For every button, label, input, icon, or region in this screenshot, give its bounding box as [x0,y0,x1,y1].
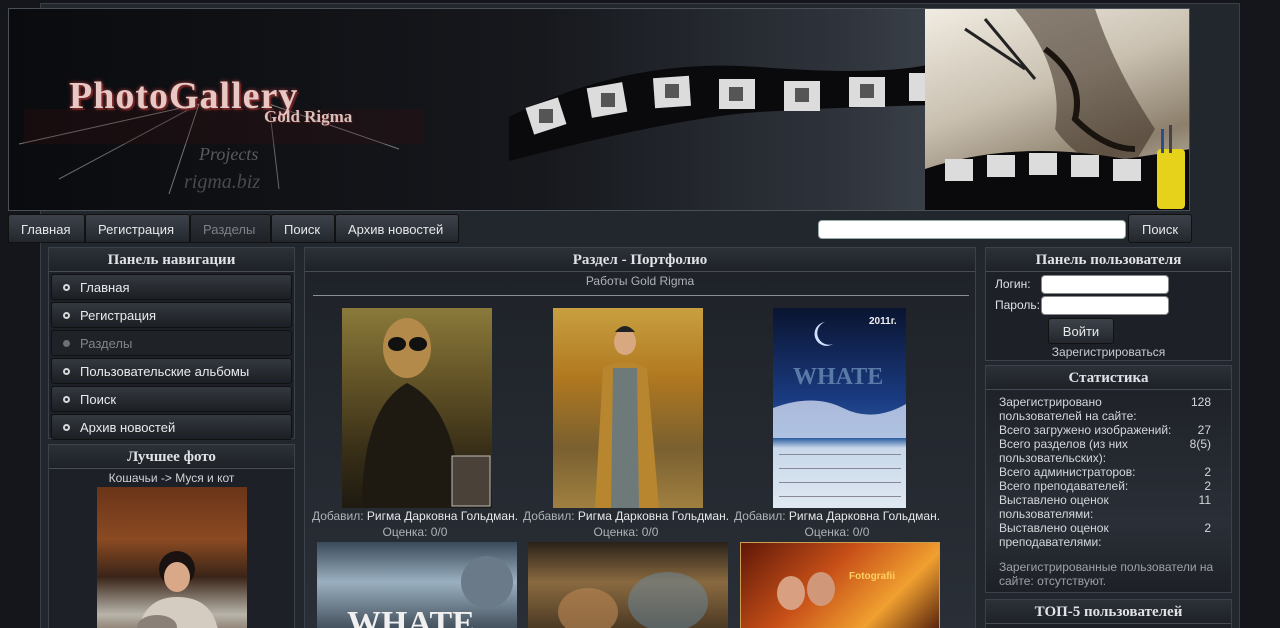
added-by-label: Добавил: [733,509,786,523]
bullet-icon [63,396,70,403]
photo-thumbnail[interactable]: WHATE [317,542,517,628]
nav-news-archive[interactable]: Архив новостей [335,214,459,243]
thumbnail-title: Fotografii [849,571,895,582]
stat-label: Выставлено оценок пользователями: [999,493,1109,521]
sidebar-item-home[interactable]: Главная [51,274,292,300]
stat-label: Всего преподавателей: [999,479,1129,493]
film-strip-decoration [509,62,939,161]
sidebar-item-label: Архив новостей [80,420,176,435]
stat-row: Выставлено оценок преподавателями: [999,521,1169,549]
top-navbar: Главная Регистрация Разделы Поиск Архив … [8,214,1192,243]
stat-row: Всего загружено изображений: 27 [999,423,1221,437]
photo-author: Добавил: Ригма Дарковна Гольдман. [307,509,523,523]
section-subtitle: Работы Gold Rigma [585,274,695,288]
photo-rating: Оценка: 0/0 [593,525,659,539]
user-panel-title: Панель пользователя [986,248,1231,272]
top5-title: ТОП-5 пользователей [986,600,1231,624]
added-by-label: Добавил: [311,509,364,523]
password-field[interactable] [1041,296,1169,315]
login-field[interactable] [1041,275,1169,294]
stat-value: 2 [1204,465,1211,479]
search-button[interactable]: Поиск [1128,214,1192,243]
content-panel: Раздел - Портфолио Работы Gold Rigma Доб… [304,247,976,628]
user-panel: Панель пользователя Логин: Пароль: Войти… [985,247,1232,361]
login-button[interactable]: Войти [1048,318,1114,344]
best-photo-image[interactable] [97,487,247,628]
sidebar-item-user-albums[interactable]: Пользовательские альбомы [51,358,292,384]
stat-row: Выставлено оценок пользователями: [999,493,1169,521]
stat-value: 11 [1198,493,1211,507]
navigation-panel: Панель навигации Главная Регистрация Раз… [48,247,295,440]
nav-registration[interactable]: Регистрация [85,214,190,243]
calendar-title: WHATE [793,364,883,390]
sidebar-item-registration[interactable]: Регистрация [51,302,292,328]
stat-label: Зарегистрировано пользователей на сайте: [999,395,1137,423]
photo-thumbnail[interactable] [528,542,728,628]
statistics-title: Статистика [986,366,1231,390]
stat-value: 2 [1204,521,1211,535]
nav-sections[interactable]: Разделы [190,214,271,243]
bullet-icon [63,340,70,347]
bullet-icon [63,424,70,431]
bullet-icon [63,284,70,291]
bullet-icon [63,312,70,319]
added-by-label: Добавил: [522,509,575,523]
stat-row: Всего администраторов: 2 [999,465,1221,479]
stat-value: 128 [1190,395,1211,409]
author-name[interactable]: Ригма Дарковна Гольдман. [367,509,518,523]
site-logo[interactable]: PhotoGallery Gold Rigma Projects rigma.b… [19,49,439,199]
sidebar-item-label: Главная [80,280,130,295]
stat-label: Всего загружено изображений: [999,423,1172,437]
thumbnail-title: WHATE [347,605,475,628]
stat-value: 2 [1204,479,1211,493]
online-users-text: Зарегистрированные пользователи на сайте… [999,560,1214,588]
stat-row: Всего преподавателей: 2 [999,479,1221,493]
stat-label: Выставлено оценок преподавателями: [999,521,1109,549]
header-banner: PhotoGallery Gold Rigma Projects rigma.b… [8,8,1190,211]
sidebar-item-search[interactable]: Поиск [51,386,292,412]
author-name[interactable]: Ригма Дарковна Гольдман. [578,509,729,523]
stat-row: Всего разделов (из них пользовательских)… [999,437,1169,465]
photo-rating: Оценка: 0/0 [382,525,448,539]
nav-home[interactable]: Главная [8,214,85,243]
photo-author: Добавил: Ригма Дарковна Гольдман. [729,509,945,523]
photo-thumbnail[interactable]: 2011г. WHATE [773,308,906,508]
best-photo-caption[interactable]: Кошачьи -> Муся и кот [49,471,294,485]
stat-value: 27 [1197,423,1211,437]
bullet-icon [63,368,70,375]
logo-projects: Projects [199,144,259,164]
top5-panel: ТОП-5 пользователей [985,599,1232,628]
best-photo-panel: Лучшее фото Кошачьи -> Муся и кот [48,444,295,628]
sidebar-item-sections[interactable]: Разделы [51,330,292,356]
nav-search[interactable]: Поиск [271,214,335,243]
author-name[interactable]: Ригма Дарковна Гольдман. [789,509,940,523]
section-title: Раздел - Портфолио [305,248,975,272]
tiger-artwork [925,9,1189,210]
photo-rating: Оценка: 0/0 [804,525,870,539]
stat-label: Всего администраторов: [999,465,1136,479]
sidebar-item-news-archive[interactable]: Архив новостей [51,414,292,440]
sidebar-item-label: Пользовательские альбомы [80,364,250,379]
sidebar-item-label: Поиск [80,392,117,407]
photo-thumbnail[interactable] [553,308,703,508]
best-photo-title: Лучшее фото [49,445,294,469]
logo-url: rigma.biz [184,171,261,193]
navigation-panel-title: Панель навигации [49,248,294,272]
photo-thumbnail[interactable] [342,308,492,508]
stat-row: Зарегистрировано пользователей на сайте: [999,395,1169,423]
password-label: Пароль: [995,298,1040,312]
logo-subtitle: Gold Rigma [264,107,353,126]
sidebar-item-label: Регистрация [80,308,156,323]
statistics-panel: Статистика Зарегистрировано пользователе… [985,365,1232,593]
calendar-year: 2011г. [869,316,897,327]
stat-value: 8(5) [1189,437,1211,451]
register-link[interactable]: Зарегистрироваться [986,345,1231,359]
sidebar-item-label: Разделы [80,336,133,351]
photo-thumbnail[interactable]: Fotografii [740,542,940,628]
photo-author: Добавил: Ригма Дарковна Гольдман. [518,509,734,523]
divider [313,295,969,296]
search-input[interactable] [818,220,1126,239]
stat-label: Всего разделов (из них пользовательских)… [999,437,1128,465]
login-label: Логин: [995,277,1031,291]
